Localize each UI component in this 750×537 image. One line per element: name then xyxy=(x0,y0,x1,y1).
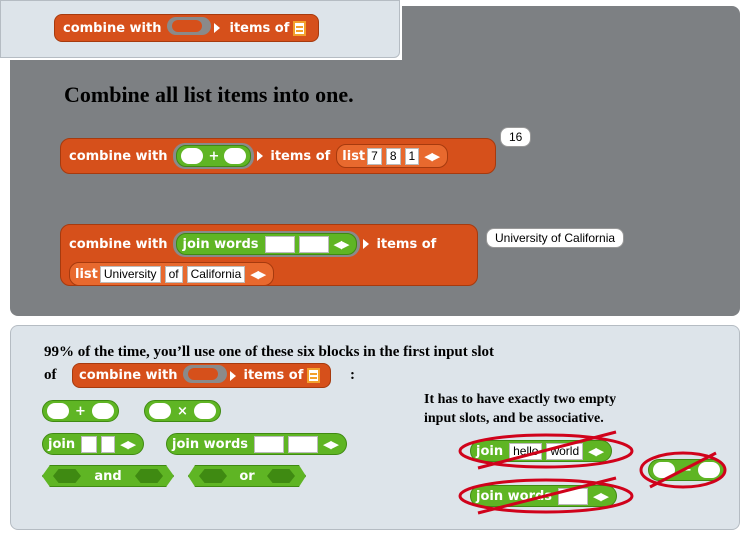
strike-line xyxy=(649,451,717,489)
prohibited-marks xyxy=(458,430,727,515)
